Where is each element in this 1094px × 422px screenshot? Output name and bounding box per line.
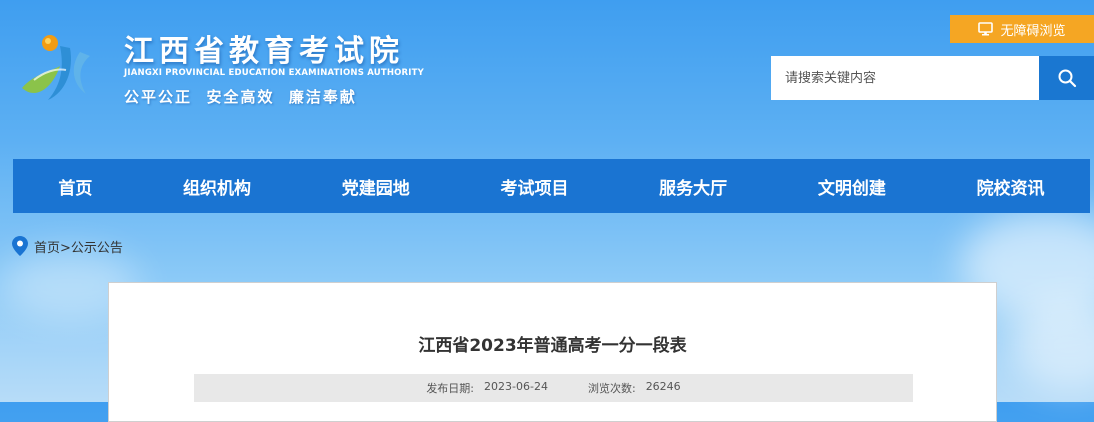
article-panel: 江西省2023年普通高考一分一段表 发布日期: 2023-06-24 浏览次数:… xyxy=(108,282,997,422)
breadcrumb-current-link[interactable]: 公示公告 xyxy=(71,241,123,256)
site-title: 江西省教育考试院 xyxy=(124,34,404,69)
search-box xyxy=(771,56,1094,100)
article-title: 江西省2023年普通高考一分一段表 xyxy=(418,336,687,356)
monitor-icon xyxy=(978,22,994,36)
search-button[interactable] xyxy=(1039,56,1094,100)
search-icon xyxy=(1058,69,1076,88)
site-subtitle: JIANGXI PROVINCIAL EDUCATION EXAMINATION… xyxy=(124,68,425,78)
nav-item-service-hall[interactable]: 服务大厅 xyxy=(653,174,733,199)
jx-logo-icon[interactable] xyxy=(14,26,110,110)
nav-item-college-news[interactable]: 院校资讯 xyxy=(971,174,1051,199)
publish-date-label: 发布日期: xyxy=(426,382,475,395)
publish-date-value: 2023-06-24 xyxy=(484,380,548,393)
breadcrumb-home-link[interactable]: 首页 xyxy=(34,241,60,256)
nav-item-organization[interactable]: 组织机构 xyxy=(177,174,257,199)
accessibility-label: 无障碍浏览 xyxy=(1000,23,1066,39)
location-pin-icon xyxy=(12,236,28,256)
nav-item-home[interactable]: 首页 xyxy=(52,174,98,199)
view-count-value: 26246 xyxy=(645,380,681,393)
nav-item-party-building[interactable]: 党建园地 xyxy=(336,174,416,199)
article-meta: 发布日期: 2023-06-24 浏览次数: 26246 xyxy=(194,374,913,402)
breadcrumb-separator: > xyxy=(60,240,71,256)
accessibility-button[interactable]: 无障碍浏览 xyxy=(950,15,1094,43)
site-motto: 公平公正 安全高效 廉洁奉献 xyxy=(124,88,357,106)
main-nav: 首页 组织机构 党建园地 考试项目 服务大厅 文明创建 院校资讯 xyxy=(13,159,1090,213)
view-count-label: 浏览次数: xyxy=(587,382,636,395)
breadcrumb: 首页>公示公告 xyxy=(12,236,123,256)
nav-item-civilization[interactable]: 文明创建 xyxy=(812,174,892,199)
nav-item-exam-projects[interactable]: 考试项目 xyxy=(494,174,574,199)
search-input[interactable] xyxy=(771,56,1039,100)
